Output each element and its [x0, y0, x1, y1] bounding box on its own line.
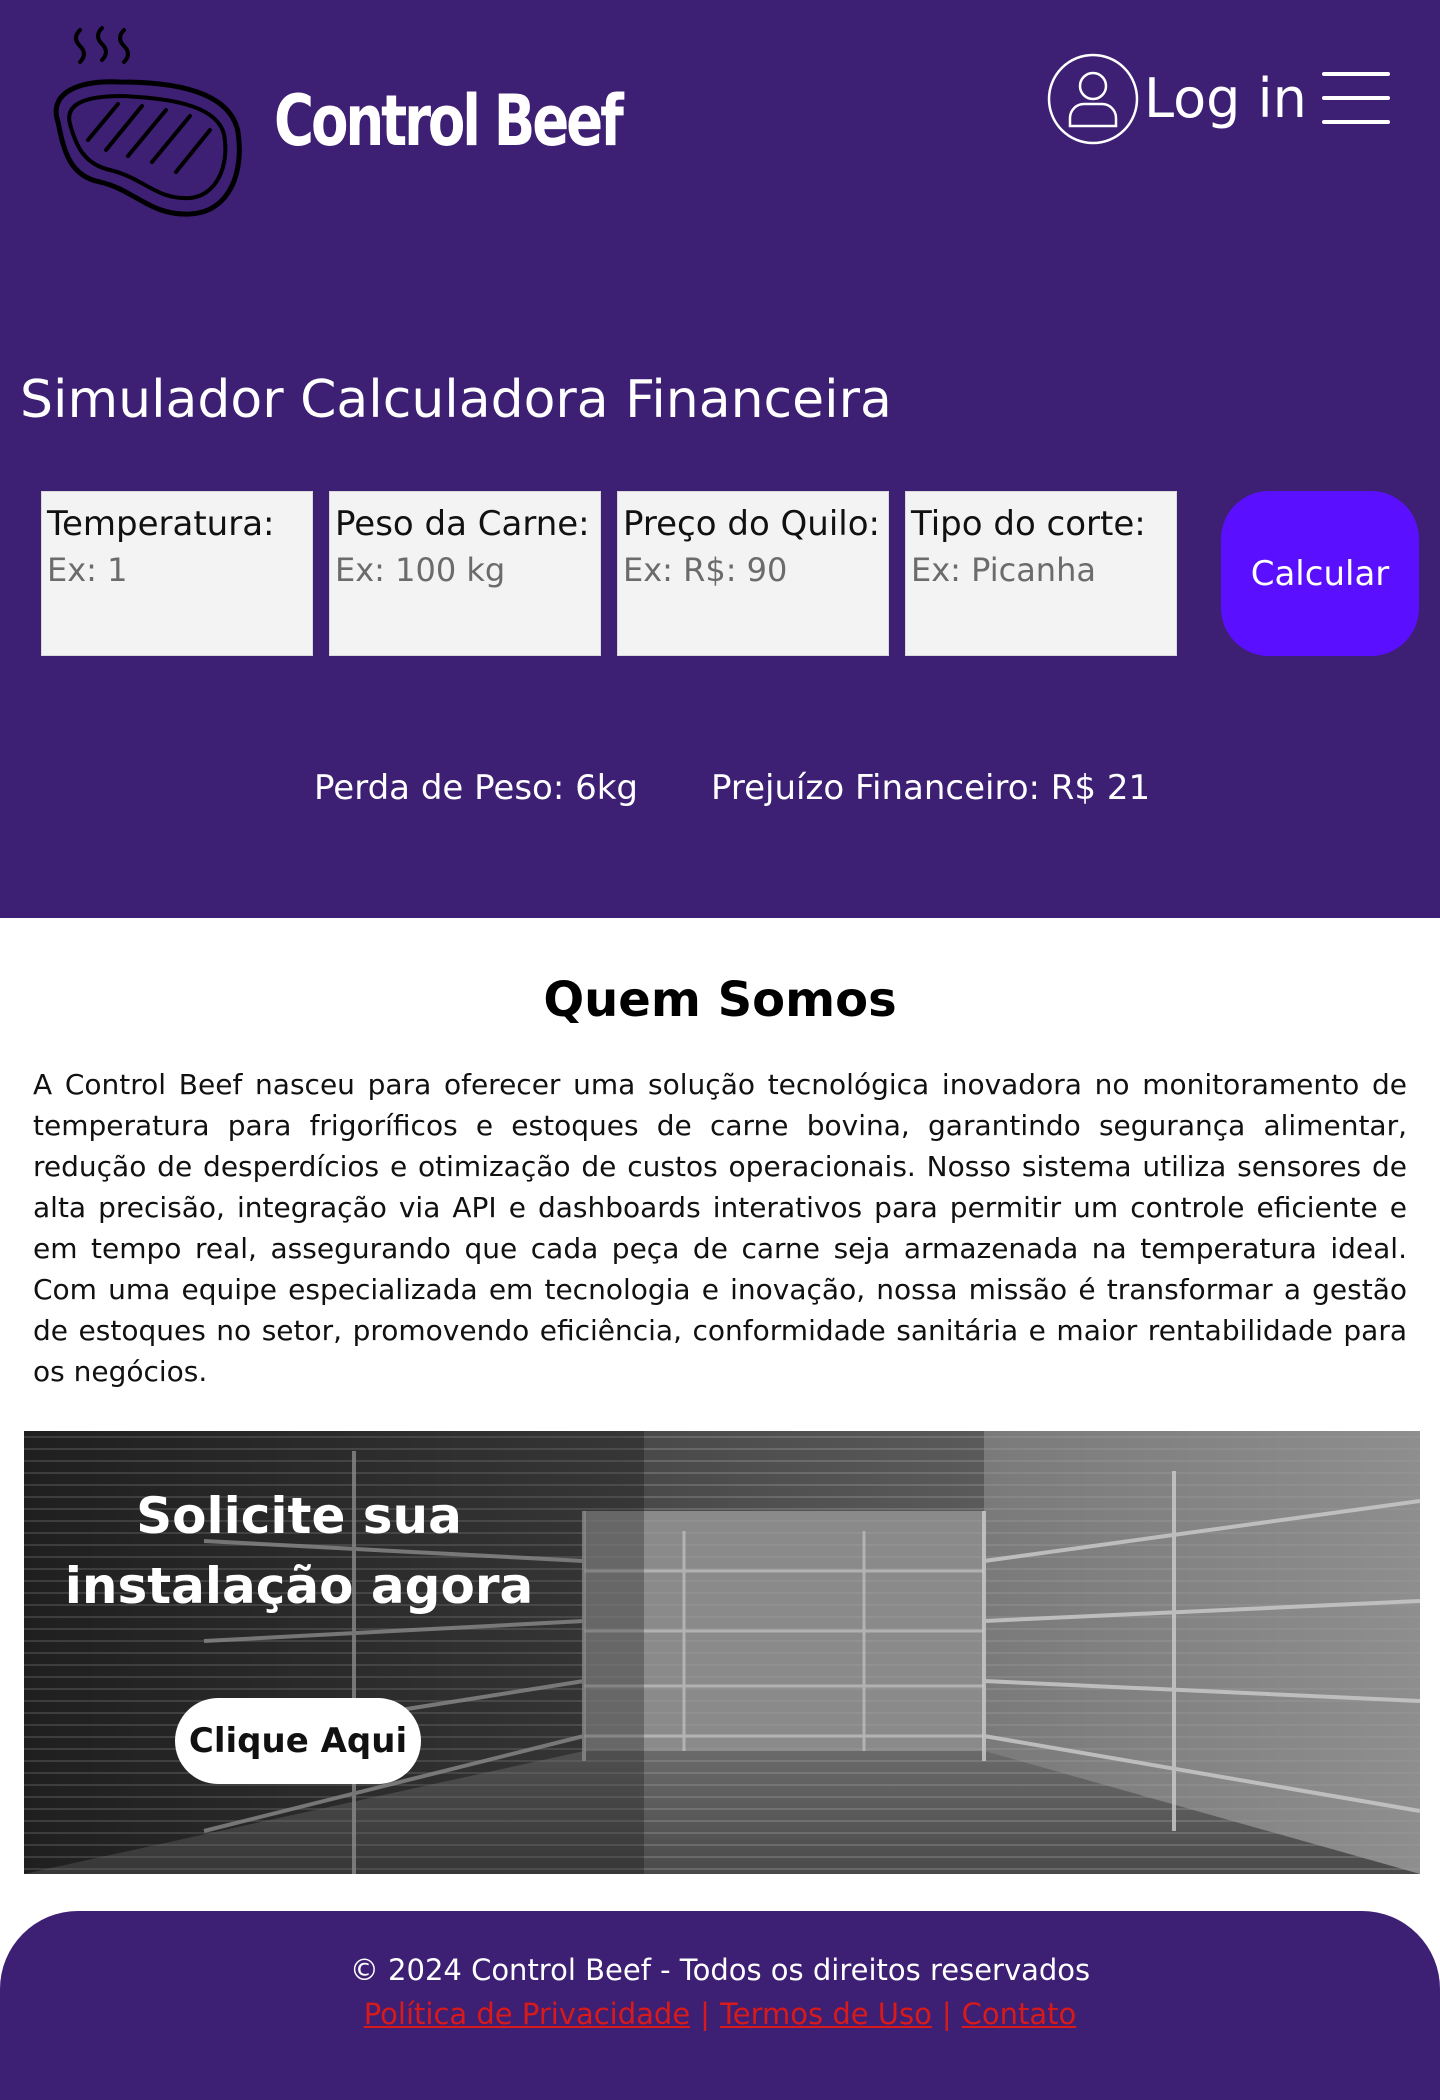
login-link[interactable]: Log in [1046, 52, 1307, 146]
about-text: A Control Beef nasceu para oferecer uma … [33, 1068, 1407, 1388]
cta-title: Solicite sua instalação agora [64, 1487, 534, 1615]
steak-logo-icon [53, 26, 242, 217]
weight-loss-result: Perda de Peso: 6kg [314, 768, 639, 808]
weight-input[interactable] [335, 550, 595, 589]
weight-field: Peso da Carne: [329, 491, 601, 656]
click-here-button[interactable]: Clique Aqui [175, 1698, 421, 1784]
weight-label: Peso da Carne: [335, 504, 590, 544]
hero-section: Control Beef Log in Simulador Calculador… [0, 0, 1440, 918]
temperature-field: Temperatura: [41, 491, 313, 656]
login-label: Log in [1144, 67, 1307, 130]
hamburger-menu-icon[interactable] [1322, 72, 1390, 124]
link-separator: | [941, 1997, 952, 2031]
cut-type-field: Tipo do corte: [905, 491, 1177, 656]
temperature-label: Temperatura: [47, 504, 275, 544]
temperature-input[interactable] [47, 550, 307, 589]
copyright-text: © 2024 Control Beef - Todos os direitos … [349, 1953, 1091, 1987]
user-circle-icon [1047, 53, 1139, 145]
footer-links: Política de Privacidade | Termos de Uso | Co… [0, 1997, 1440, 2031]
price-field: Preço do Quilo: [617, 491, 889, 656]
about-title: Quem Somos [543, 972, 897, 1028]
price-input[interactable] [623, 550, 883, 589]
footer: © 2024 Control Beef - Todos os direitos … [0, 1911, 1440, 2100]
simulator-title: Simulador Calculadora Financeira [20, 370, 892, 430]
link-separator: | [700, 1997, 710, 2031]
calculate-button[interactable]: Calcular [1221, 491, 1419, 656]
brand-name: Control Beef [274, 80, 624, 162]
cut-type-input[interactable] [911, 550, 1171, 589]
cut-type-label: Tipo do corte: [911, 504, 1146, 544]
terms-of-use-link[interactable]: Termos de Uso [720, 1997, 932, 2031]
financial-loss-result: Prejuízo Financeiro: R$ 21 [711, 768, 1151, 808]
cta-banner: Solicite sua instalação agora Clique Aqu… [24, 1431, 1420, 1874]
contact-link[interactable]: Contato [962, 1997, 1077, 2031]
price-label: Preço do Quilo: [623, 504, 881, 544]
privacy-policy-link[interactable]: Política de Privacidade [364, 1997, 690, 2031]
